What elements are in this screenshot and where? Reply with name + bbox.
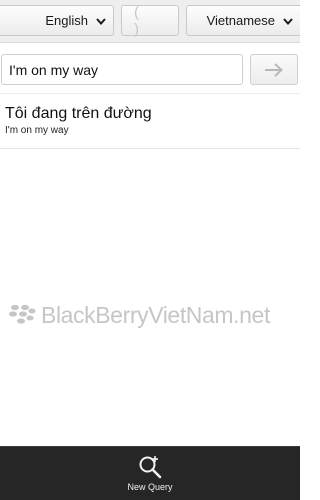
- swap-languages-button[interactable]: ( ): [121, 3, 179, 38]
- chevron-down-icon: [96, 17, 106, 25]
- watermark-text: BlackBerryVietNam.net: [41, 301, 270, 328]
- swap-icon: ( ): [134, 3, 151, 38]
- source-language-dropdown[interactable]: English: [0, 5, 114, 36]
- source-text: I'm on my way: [5, 125, 69, 136]
- search-plus-icon: [139, 456, 162, 479]
- arrow-right-icon: [265, 62, 283, 77]
- chevron-down-icon: [283, 17, 293, 25]
- watermark: BlackBerryVietNam.net: [8, 299, 298, 331]
- translation-result[interactable]: Tôi đang trên đường I'm on my way: [0, 94, 300, 149]
- source-language-label: English: [45, 13, 88, 28]
- translate-button[interactable]: [250, 54, 298, 85]
- blackberry-logo-icon: [9, 304, 36, 324]
- new-query-button[interactable]: New Query: [110, 447, 190, 500]
- action-bar: New Query: [0, 446, 300, 500]
- query-input[interactable]: [1, 54, 243, 85]
- target-language-dropdown[interactable]: Vietnamese: [186, 5, 300, 36]
- new-query-label: New Query: [127, 482, 173, 492]
- query-row: [0, 43, 300, 94]
- target-language-label: Vietnamese: [206, 13, 275, 28]
- language-bar: English ( ) Vietnamese: [0, 0, 300, 43]
- translator-screen: English ( ) Vietnamese Tôi đang trên đườ…: [0, 0, 300, 500]
- translation-text: Tôi đang trên đường: [5, 105, 152, 122]
